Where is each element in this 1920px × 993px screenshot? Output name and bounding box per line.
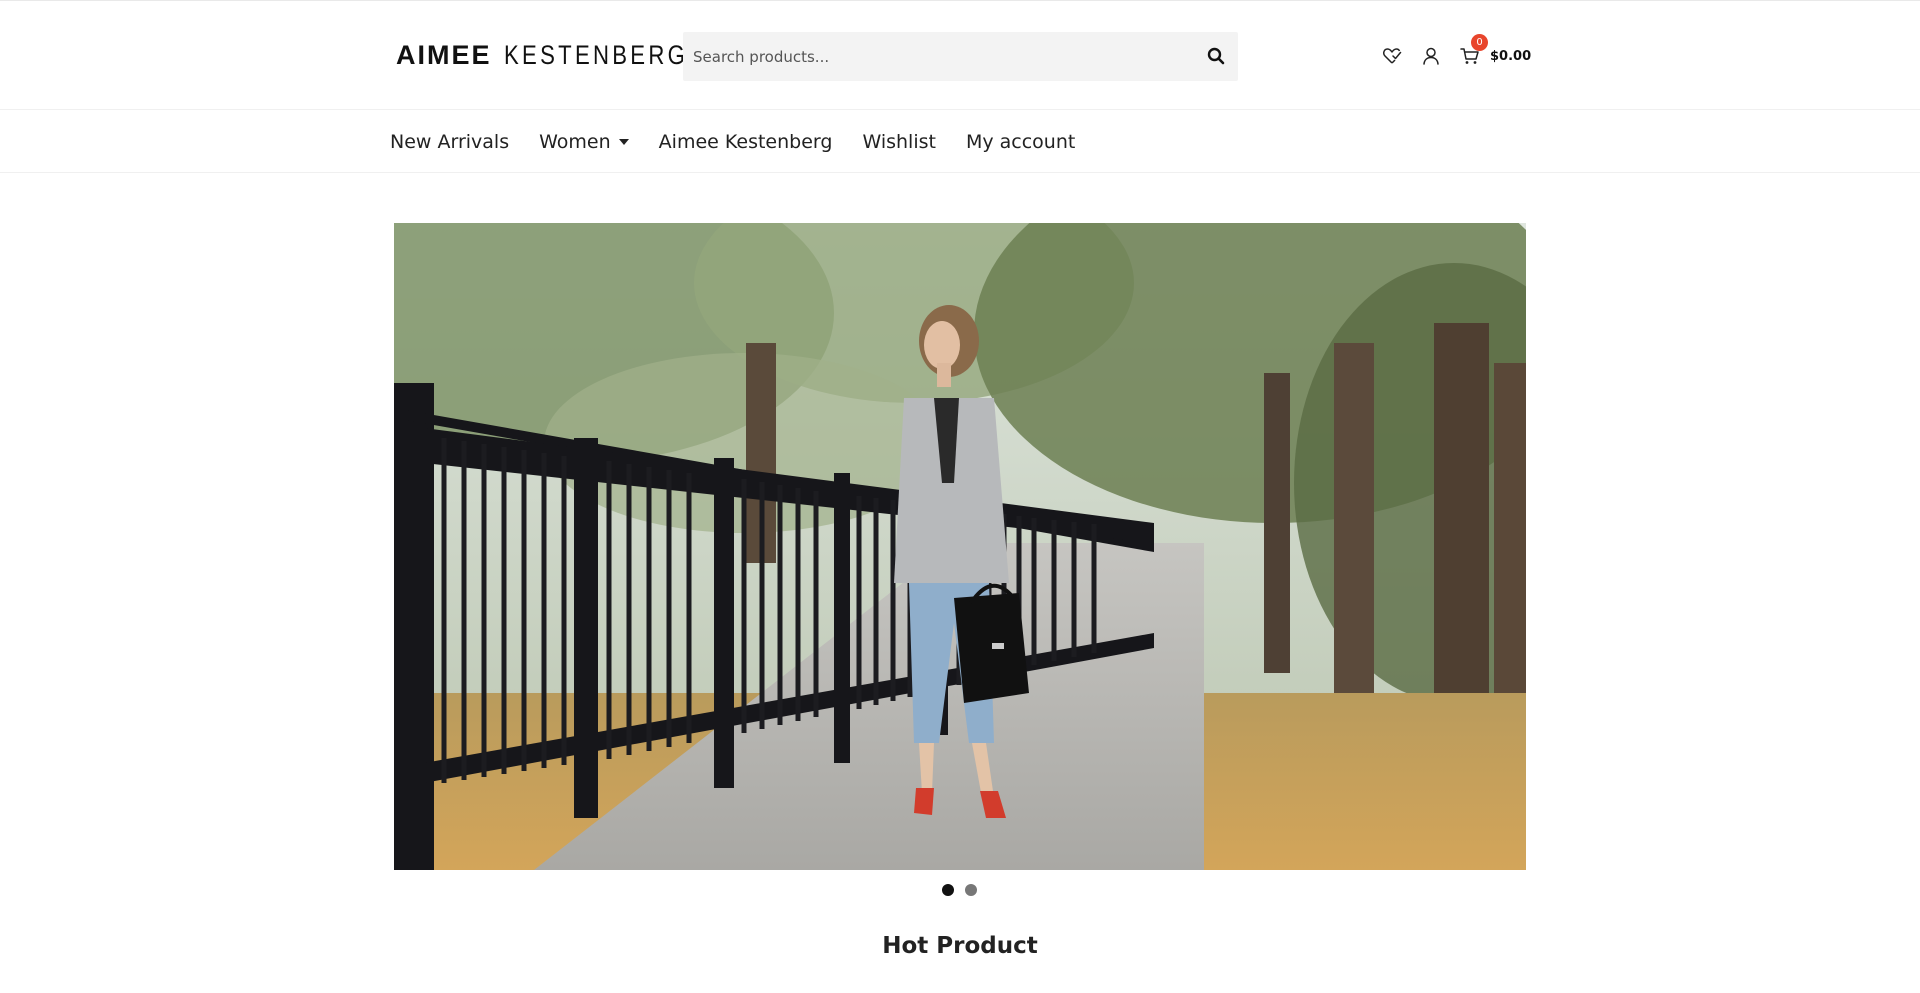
cart-button[interactable]: 0 $0.00 <box>1458 34 1532 68</box>
search-icon <box>1207 47 1225 65</box>
nav-item-my-account[interactable]: My account <box>966 131 1075 153</box>
slider-pagination <box>942 884 988 896</box>
slider-dot-1[interactable] <box>942 884 954 896</box>
wishlist-button[interactable] <box>1380 44 1404 68</box>
slider-dot-2[interactable] <box>965 884 977 896</box>
header-actions: 0 $0.00 <box>1380 34 1532 71</box>
nav-item-women[interactable]: Women <box>539 131 629 153</box>
hero-photo <box>394 223 1526 870</box>
user-icon <box>1423 47 1439 65</box>
logo-part-1: AIMEE <box>396 39 492 70</box>
main-nav: New Arrivals Women Aimee Kestenberg Wish… <box>0 111 1920 173</box>
account-button[interactable] <box>1419 44 1443 68</box>
nav-item-new-arrivals[interactable]: New Arrivals <box>390 131 509 153</box>
cart-total: $0.00 <box>1490 48 1532 64</box>
hot-product-title: Hot Product <box>882 933 1038 959</box>
nav-item-label: My account <box>965 131 1076 153</box>
nav-item-aimee-kestenberg[interactable]: Aimee Kestenberg <box>659 131 833 153</box>
logo-part-2: KESTENBERG <box>503 39 688 70</box>
site-header: AIMEE KESTENBERG Search products... 0 $0… <box>0 1 1920 110</box>
nav-item-label: Aimee Kestenberg <box>658 131 833 153</box>
nav-item-label: New Arrivals <box>390 131 510 153</box>
search-input[interactable] <box>683 32 1183 81</box>
nav-item-label: Women <box>539 131 611 153</box>
search-form <box>683 32 1238 81</box>
cart-count-badge: 0 <box>1471 34 1488 51</box>
caret-down-icon <box>618 139 629 145</box>
nav-item-label: Wishlist <box>862 131 936 153</box>
brand-logo[interactable]: AIMEE KESTENBERG <box>396 39 728 70</box>
nav-item-wishlist[interactable]: Wishlist <box>862 131 936 153</box>
hero-slider-image[interactable] <box>394 223 1526 870</box>
heart-icon <box>1383 48 1402 64</box>
search-button[interactable] <box>1204 44 1228 68</box>
